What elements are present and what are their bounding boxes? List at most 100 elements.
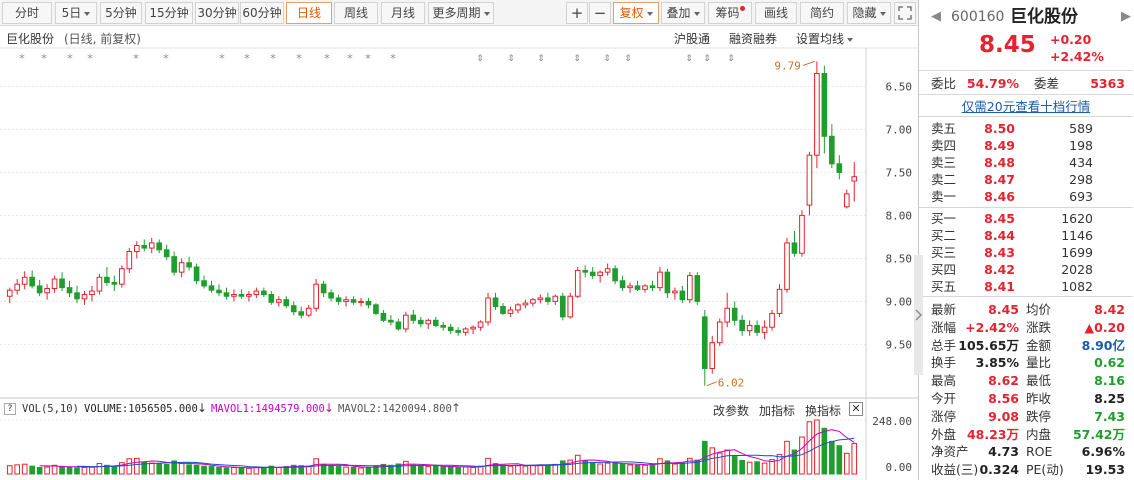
- ask-label: 卖五: [931, 121, 957, 136]
- event-marker-icon: *: [133, 52, 139, 65]
- candle-body: [148, 242, 155, 249]
- volume-value: VOLUME:1056505.000: [84, 403, 198, 415]
- edit-params-button[interactable]: 改参数: [713, 402, 749, 419]
- chevron-right-icon: [915, 309, 922, 321]
- volume-bar: [111, 466, 118, 475]
- volume-bar: [186, 464, 192, 475]
- candle-body: [851, 176, 858, 182]
- volume-bar: [567, 459, 574, 475]
- promo-link[interactable]: 仅需20元查看十档行情: [919, 96, 1133, 115]
- candle-body: [6, 289, 13, 297]
- close-icon[interactable]: ✕: [849, 402, 863, 416]
- volume-bar: [44, 466, 50, 475]
- weibi-label: 委比: [931, 76, 957, 91]
- candle-body: [567, 295, 574, 318]
- help-icon[interactable]: ?: [4, 403, 16, 415]
- candle-body: [597, 271, 603, 277]
- event-marker-icon: *: [296, 52, 302, 65]
- stat-label: 总手: [931, 337, 957, 353]
- price-tick-label: 7.00: [886, 123, 913, 136]
- candle-body: [679, 290, 686, 301]
- event-marker-icon: *: [19, 52, 25, 65]
- candle-body: [320, 283, 327, 294]
- candle-body: [791, 242, 798, 254]
- volume-bar: [193, 464, 200, 475]
- next-stock-icon[interactable]: ▶: [1121, 7, 1131, 27]
- volume-bar: [365, 466, 372, 475]
- stat-value: +2.42%: [965, 319, 1019, 335]
- event-marker-icon: *: [347, 52, 353, 65]
- divider: [919, 116, 1133, 117]
- volume-bar: [522, 465, 529, 475]
- candle-body: [537, 297, 544, 301]
- candle-body: [432, 319, 439, 326]
- stat-value: 6.96%: [1081, 444, 1125, 460]
- ask-label: 卖二: [931, 172, 957, 187]
- margin-trading-link[interactable]: 融资融券: [729, 30, 777, 47]
- volume-bar: [754, 461, 760, 475]
- high-price-label: 9.79: [774, 59, 801, 72]
- bid-price: 8.44: [984, 228, 1015, 243]
- weicha-label: 委差: [1034, 76, 1060, 91]
- volume-bar: [163, 463, 170, 475]
- chevron-down-icon: [847, 37, 854, 42]
- ask-price: 8.50: [984, 121, 1015, 136]
- stat-row: 涨停 9.08 跌停 7.43: [919, 408, 1133, 425]
- stat-label: ROE: [1026, 444, 1053, 460]
- panel-collapse-handle[interactable]: [914, 255, 923, 375]
- candle-body: [133, 245, 140, 253]
- volume-bar: [447, 466, 454, 475]
- candle-body: [515, 304, 521, 311]
- ask-label: 卖一: [931, 189, 957, 204]
- candle-body: [582, 269, 589, 273]
- stat-label: 金额: [1026, 337, 1052, 353]
- stat-value: 0.324: [979, 462, 1019, 478]
- candle-body: [313, 283, 319, 309]
- volume-bar: [246, 467, 252, 475]
- candle-body: [373, 304, 379, 314]
- candle-body: [328, 292, 334, 299]
- stat-value: 3.85%: [975, 355, 1019, 371]
- volume-bar: [507, 465, 514, 475]
- prev-stock-icon[interactable]: ◀: [931, 7, 941, 27]
- volume-bar: [261, 466, 267, 475]
- quote-panel: ◀ 600160 巨化股份 ▶ 8.45 +0.20 +2.42% 委比 54.…: [918, 0, 1134, 480]
- event-marker-icon: ⇕: [624, 54, 632, 64]
- ma-settings-dropdown[interactable]: 设置均线: [796, 30, 854, 47]
- price-change: +0.20: [1050, 32, 1092, 47]
- bid-label: 买五: [931, 279, 957, 294]
- ask-volume: 434: [1069, 155, 1093, 170]
- bid-row: 买五 8.41 1082: [919, 278, 1133, 295]
- bid-label: 买一: [931, 211, 957, 226]
- add-indicator-button[interactable]: 加指标: [759, 402, 795, 419]
- arrow-down-icon: ↓: [324, 401, 335, 415]
- candle-body: [163, 249, 170, 258]
- candle-body: [589, 271, 596, 277]
- volume-tick-label: 248.00: [872, 415, 912, 428]
- volume-bar: [133, 457, 140, 475]
- stat-label: 均价: [1026, 302, 1052, 317]
- volume-bar: [679, 462, 686, 475]
- candle-body: [231, 294, 237, 297]
- volume-bar: [761, 462, 768, 475]
- event-marker-icon: ⇕: [476, 54, 484, 64]
- stat-value: 8.62: [988, 373, 1019, 389]
- stock-app: 分时 5日 5分钟 15分钟 30分钟 60分钟 日线 周线 月线 更多周期 +…: [0, 0, 1134, 480]
- stat-label: 涨幅: [931, 319, 957, 335]
- candle-body: [829, 135, 835, 165]
- candle-body: [634, 285, 641, 290]
- stat-value: 105.65万: [958, 337, 1019, 353]
- candle-body: [335, 297, 342, 302]
- candle-body: [171, 256, 177, 273]
- volume-bar: [358, 467, 364, 475]
- bid-price: 8.42: [984, 262, 1015, 277]
- switch-indicator-button[interactable]: 换指标: [805, 402, 841, 419]
- candle-body: [731, 307, 738, 321]
- volume-bar: [657, 458, 663, 475]
- ask-price: 8.46: [984, 189, 1015, 204]
- stat-row: 收益(三) 0.324 PE(动) 19.53: [919, 461, 1133, 478]
- bid-label: 买四: [931, 262, 957, 277]
- candle-body: [694, 275, 701, 302]
- bid-volume: 2028: [1061, 262, 1093, 277]
- hgt-link[interactable]: 沪股通: [674, 30, 710, 47]
